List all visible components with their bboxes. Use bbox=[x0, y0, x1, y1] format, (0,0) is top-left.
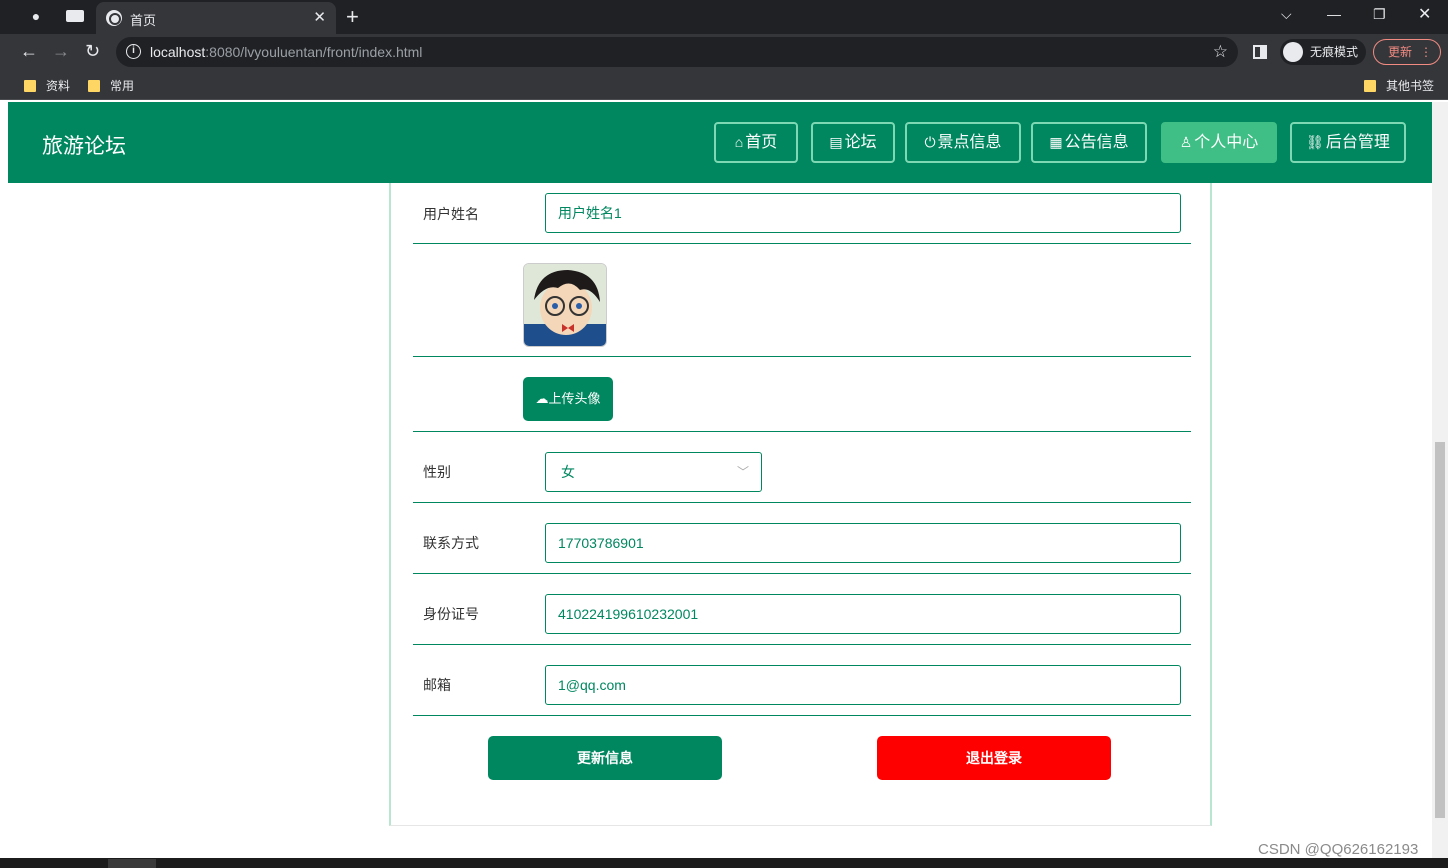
page-scrollbar[interactable] bbox=[1432, 102, 1448, 858]
nav-personal-center[interactable]: ♙ 个人中心 bbox=[1161, 122, 1277, 163]
tab-grid-icon[interactable] bbox=[66, 10, 84, 22]
form-row-phone: 联系方式 17703786901 bbox=[413, 503, 1191, 574]
side-panel-icon[interactable] bbox=[1253, 45, 1267, 59]
bookmark-folder-ziliao[interactable]: 资料 bbox=[24, 77, 70, 94]
new-tab-icon[interactable]: + bbox=[346, 4, 359, 30]
incognito-icon bbox=[1283, 42, 1303, 62]
browser-tab-strip: ● 首页 ✕ + ⌵ — ❐ ✕ bbox=[0, 0, 1448, 34]
form-row-id-number: 身份证号 410224199610232001 bbox=[413, 574, 1191, 645]
globe-icon[interactable]: ● bbox=[28, 8, 44, 24]
minimize-icon[interactable]: — bbox=[1327, 6, 1341, 22]
phone-label: 联系方式 bbox=[423, 535, 479, 551]
chevron-down-icon: ﹀ bbox=[736, 465, 749, 479]
gender-label: 性别 bbox=[423, 464, 451, 480]
tab-title: 首页 bbox=[130, 13, 157, 28]
os-taskbar bbox=[0, 858, 1448, 868]
home-icon: ⌂ bbox=[734, 134, 744, 150]
site-header: 旅游论坛 ⌂ 首页 ▤ 论坛 ⏻ 景点信息 ▦ 公告信息 ♙ 个人中心 ⛓ 后台管理 bbox=[8, 102, 1432, 183]
folder-icon bbox=[1364, 80, 1376, 92]
nav-announcements[interactable]: ▦ 公告信息 bbox=[1031, 122, 1147, 163]
restore-icon[interactable]: ❐ bbox=[1373, 6, 1386, 23]
taskbar-item[interactable] bbox=[108, 859, 156, 868]
avatar-illustration bbox=[524, 264, 606, 346]
phone-input[interactable]: 17703786901 bbox=[545, 523, 1181, 563]
bookmarks-bar: 资料 常用 其他书签 bbox=[0, 70, 1448, 100]
power-icon: ⏻ bbox=[924, 134, 936, 150]
more-icon: ⋮ bbox=[1420, 45, 1432, 59]
email-label: 邮箱 bbox=[423, 677, 451, 693]
profile-form: 用户姓名 用户姓名1 ☁上传头像 性别 女 ﹀ 联系方式 17703786901… bbox=[389, 183, 1212, 826]
chevron-down-icon[interactable]: ⌵ bbox=[1281, 6, 1292, 23]
form-row-email: 邮箱 1@qq.com bbox=[413, 645, 1191, 716]
email-input[interactable]: 1@qq.com bbox=[545, 665, 1181, 705]
bookmark-folder-other[interactable]: 其他书签 bbox=[1364, 77, 1434, 94]
close-icon[interactable]: ✕ bbox=[313, 8, 326, 26]
browser-toolbar: ← → ↻ i localhost:8080/lvyouluentan/fron… bbox=[0, 34, 1448, 70]
id-number-input[interactable]: 410224199610232001 bbox=[545, 594, 1181, 634]
tab-globe-icon bbox=[106, 10, 122, 26]
update-info-button[interactable]: 更新信息 bbox=[488, 736, 722, 780]
user-icon: ♙ bbox=[1179, 134, 1193, 150]
form-row-name: 用户姓名 用户姓名1 bbox=[413, 183, 1191, 244]
grid-icon: ▦ bbox=[1049, 134, 1063, 150]
page-viewport: 旅游论坛 ⌂ 首页 ▤ 论坛 ⏻ 景点信息 ▦ 公告信息 ♙ 个人中心 ⛓ 后台管理 用户姓… bbox=[8, 102, 1432, 858]
address-bar[interactable]: i localhost:8080/lvyouluentan/front/inde… bbox=[116, 37, 1238, 67]
scrollbar-thumb[interactable] bbox=[1435, 442, 1445, 818]
window-close-icon[interactable]: ✕ bbox=[1418, 4, 1431, 24]
id-number-label: 身份证号 bbox=[423, 606, 479, 622]
reload-icon[interactable]: ↻ bbox=[85, 41, 100, 61]
browser-tab-active[interactable]: 首页 ✕ bbox=[96, 2, 336, 34]
bookmark-star-icon[interactable]: ☆ bbox=[1213, 42, 1228, 62]
folder-icon bbox=[24, 80, 36, 92]
url-text: localhost:8080/lvyouluentan/front/index.… bbox=[150, 44, 423, 60]
nav-forum[interactable]: ▤ 论坛 bbox=[811, 122, 895, 163]
info-icon[interactable]: i bbox=[126, 44, 141, 59]
nav-scenic-info[interactable]: ⏻ 景点信息 bbox=[905, 122, 1021, 163]
site-logo[interactable]: 旅游论坛 bbox=[42, 130, 126, 160]
incognito-badge[interactable]: 无痕模式 bbox=[1280, 39, 1367, 65]
upload-avatar-button[interactable]: ☁上传头像 bbox=[523, 377, 613, 421]
name-label: 用户姓名 bbox=[423, 206, 479, 222]
cloud-upload-icon: ☁ bbox=[535, 391, 549, 406]
link-icon: ⛓ bbox=[1306, 134, 1324, 150]
back-icon[interactable]: ← bbox=[20, 41, 38, 61]
name-input[interactable]: 用户姓名1 bbox=[545, 193, 1181, 233]
avatar-image bbox=[523, 263, 607, 347]
update-button[interactable]: 更新 ⋮ bbox=[1373, 39, 1441, 65]
document-icon: ▤ bbox=[829, 134, 843, 150]
logout-button[interactable]: 退出登录 bbox=[877, 736, 1111, 780]
watermark: CSDN @QQ626162193 bbox=[1258, 841, 1419, 858]
nav-home[interactable]: ⌂ 首页 bbox=[714, 122, 798, 163]
folder-icon bbox=[88, 80, 100, 92]
form-row-gender: 性别 女 ﹀ bbox=[413, 432, 1191, 503]
nav-admin[interactable]: ⛓ 后台管理 bbox=[1290, 122, 1406, 163]
bookmark-folder-changyong[interactable]: 常用 bbox=[88, 77, 134, 94]
forward-icon[interactable]: → bbox=[52, 41, 70, 61]
gender-select[interactable]: 女 ﹀ bbox=[545, 452, 762, 492]
